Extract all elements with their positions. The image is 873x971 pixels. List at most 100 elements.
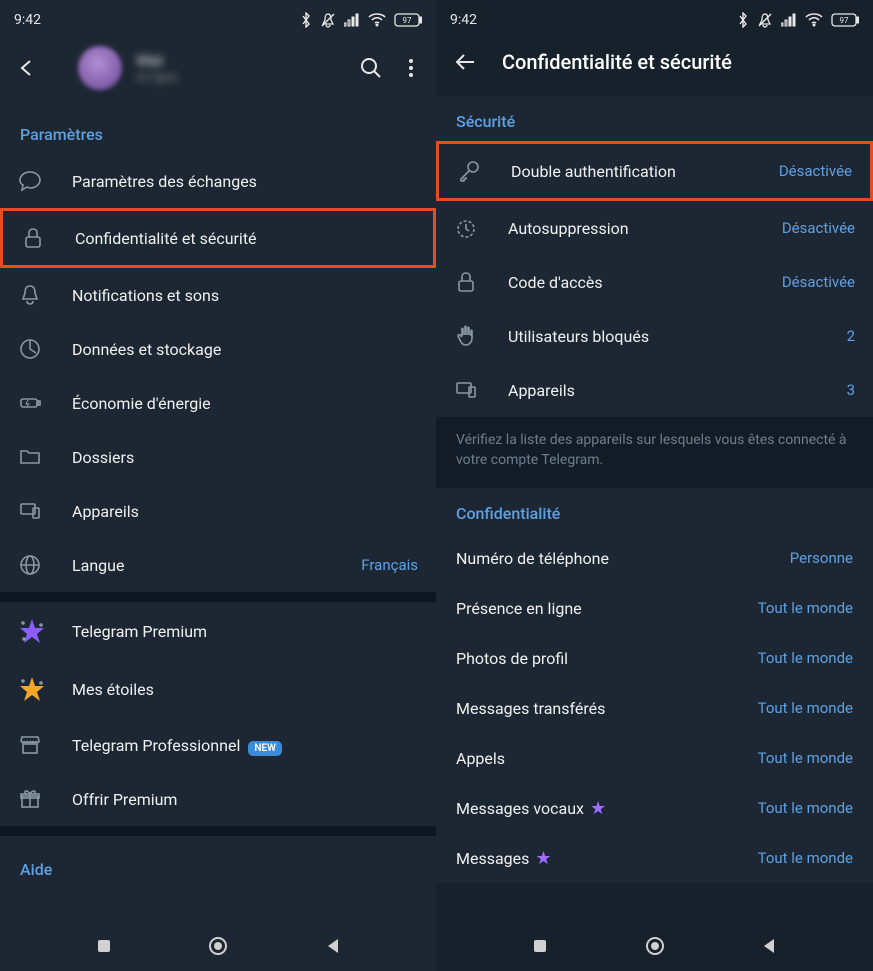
security-2fa[interactable]: Double authentification Désactivée [436, 141, 873, 201]
data-icon [18, 337, 42, 361]
android-nav-bar [436, 921, 873, 971]
wifi-icon [368, 13, 386, 27]
settings-data[interactable]: Données et stockage [0, 322, 436, 376]
key-icon [457, 159, 481, 183]
security-passcode[interactable]: Code d'accès Désactivée [436, 255, 873, 309]
mute-icon [320, 12, 336, 28]
privacy-item-value: Tout le monde [758, 599, 853, 617]
search-icon[interactable] [360, 57, 382, 79]
settings-screen: 9:42 97 Vivien ligne Paramètres Paramètr… [0, 0, 436, 971]
battery-icon: 97 [394, 13, 422, 27]
privacy-messages[interactable]: Messages ★ Tout le monde [436, 833, 873, 883]
nav-recent-icon[interactable] [95, 937, 113, 955]
settings-item-label: Confidentialité et sécurité [75, 229, 415, 248]
status-icons: 97 [737, 12, 859, 28]
security-blocked[interactable]: Utilisateurs bloqués 2 [436, 309, 873, 363]
devices-icon [18, 499, 42, 523]
privacy-list[interactable]: Sécurité Double authentification Désacti… [436, 96, 873, 917]
chat-icon [18, 169, 42, 193]
settings-privacy[interactable]: Confidentialité et sécurité [0, 208, 436, 268]
security-item-value: Désactivée [782, 273, 855, 291]
settings-devices[interactable]: Appareils [0, 484, 436, 538]
privacy-item-label: Numéro de téléphone [456, 549, 609, 568]
security-item-value: Désactivée [779, 162, 852, 180]
section-title-aide[interactable]: Aide [0, 836, 436, 903]
settings-item-label: Telegram ProfessionnelNEW [72, 736, 418, 755]
privacy-item-label: Appels [456, 749, 505, 768]
settings-gift[interactable]: Offrir Premium [0, 772, 436, 826]
privacy-screen: 9:42 97 Confidentialité et sécurité Sécu… [436, 0, 873, 971]
avatar[interactable] [78, 46, 122, 90]
settings-chat[interactable]: Paramètres des échanges [0, 154, 436, 208]
security-item-label: Appareils [508, 381, 847, 400]
battery-icon [18, 391, 42, 415]
more-icon[interactable] [408, 57, 414, 79]
privacy-voice[interactable]: Messages vocaux ★ Tout le monde [436, 783, 873, 833]
settings-item-label: Données et stockage [72, 340, 418, 359]
language-value: Français [361, 556, 418, 574]
premium-star-icon: ★ [590, 798, 606, 819]
security-item-label: Autosuppression [508, 219, 782, 238]
privacy-item-label: Messages ★ [456, 848, 552, 869]
timer-icon [454, 216, 478, 240]
settings-notifications[interactable]: Notifications et sons [0, 268, 436, 322]
new-badge: NEW [248, 741, 282, 756]
status-icons: 97 [300, 12, 422, 28]
privacy-item-label: Messages transférés [456, 699, 605, 718]
security-item-label: Utilisateurs bloqués [508, 327, 847, 346]
settings-folders[interactable]: Dossiers [0, 430, 436, 484]
status-time: 9:42 [450, 12, 477, 28]
section-title-parametres: Paramètres [0, 109, 436, 154]
gold-star-icon [18, 675, 46, 703]
lock-icon [21, 226, 45, 250]
settings-premium[interactable]: Telegram Premium [0, 602, 436, 660]
nav-home-icon[interactable] [644, 935, 666, 957]
settings-stars[interactable]: Mes étoiles [0, 660, 436, 718]
settings-item-label: Dossiers [72, 448, 418, 467]
privacy-lastseen[interactable]: Présence en ligne Tout le monde [436, 583, 873, 633]
security-item-value: Désactivée [782, 219, 855, 237]
settings-item-label: Appareils [72, 502, 418, 521]
back-arrow-icon[interactable] [454, 51, 476, 73]
section-title-securite: Sécurité [436, 96, 873, 141]
security-devices[interactable]: Appareils 3 [436, 363, 873, 417]
privacy-item-label: Messages vocaux ★ [456, 798, 606, 819]
back-arrow-icon[interactable] [16, 57, 38, 79]
privacy-calls[interactable]: Appels Tout le monde [436, 733, 873, 783]
privacy-forwarded[interactable]: Messages transférés Tout le monde [436, 683, 873, 733]
status-time: 9:42 [14, 12, 41, 28]
security-item-value: 3 [847, 381, 855, 399]
page-title: Confidentialité et sécurité [502, 50, 732, 74]
premium-star-icon: ★ [535, 848, 551, 869]
privacy-item-value: Tout le monde [758, 849, 853, 867]
globe-icon [18, 553, 42, 577]
nav-recent-icon[interactable] [531, 937, 549, 955]
privacy-phone[interactable]: Numéro de téléphone Personne [436, 533, 873, 583]
privacy-item-value: Personne [790, 549, 853, 567]
nav-back-icon[interactable] [760, 937, 778, 955]
premium-star-icon [18, 617, 46, 645]
profile-header: Vivien ligne [0, 34, 436, 109]
security-item-value: 2 [847, 327, 855, 345]
privacy-item-value: Tout le monde [758, 799, 853, 817]
privacy-item-label: Présence en ligne [456, 599, 582, 618]
lock-icon [454, 270, 478, 294]
settings-business[interactable]: Telegram ProfessionnelNEW [0, 718, 436, 772]
privacy-item-value: Tout le monde [758, 749, 853, 767]
privacy-profilephoto[interactable]: Photos de profil Tout le monde [436, 633, 873, 683]
separator [0, 592, 436, 602]
nav-back-icon[interactable] [324, 937, 342, 955]
settings-power[interactable]: Économie d'énergie [0, 376, 436, 430]
settings-list[interactable]: Paramètres Paramètres des échanges Confi… [0, 109, 436, 921]
security-hint: Vérifiez la liste des appareils sur lesq… [436, 417, 873, 488]
bell-icon [18, 283, 42, 307]
hand-icon [454, 324, 478, 348]
section-title-confidentialite: Confidentialité [436, 488, 873, 533]
security-autodelete[interactable]: Autosuppression Désactivée [436, 201, 873, 255]
signal-icon [781, 13, 797, 27]
folder-icon [18, 445, 42, 469]
settings-language[interactable]: Langue Français [0, 538, 436, 592]
settings-item-label: Notifications et sons [72, 286, 418, 305]
nav-home-icon[interactable] [207, 935, 229, 957]
svg-text:97: 97 [840, 16, 849, 25]
